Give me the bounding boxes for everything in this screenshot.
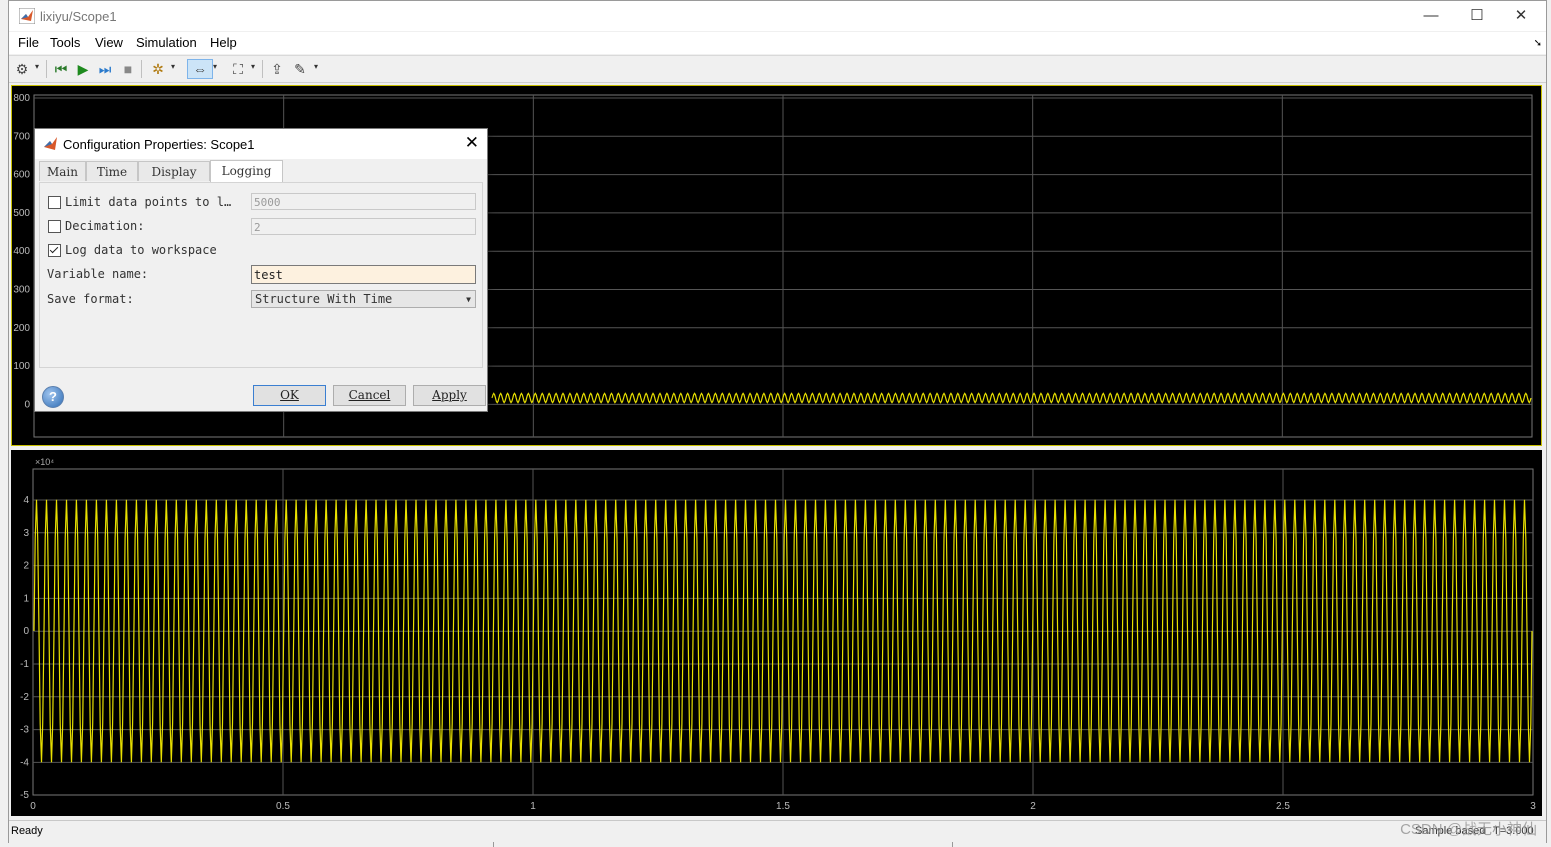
status-ready: Ready [11,825,43,837]
stop-icon[interactable]: ■ [119,60,137,78]
y-tick-label: 1 [23,593,29,604]
style-icon[interactable]: ✎ [291,60,309,78]
format-select[interactable]: Structure With Time ▼ [251,290,476,308]
y-exponent-label: ×10⁴ [35,457,54,467]
gear-dropdown-icon[interactable]: ▾ [35,62,39,71]
y-tick-label: 3 [23,528,29,539]
decimation-label: Decimation: [65,219,145,233]
dialog-title: Configuration Properties: Scope1 [63,137,255,152]
scope-plot-bottom: 43210-1-2-3-4-50 0.5 1 1.5 2 2.5 3×10⁴ [20,457,1536,812]
title-bar: lixiyu/Scope1 — ☐ ✕ [9,1,1546,31]
zoom-dropdown-icon[interactable]: ▾ [213,62,217,71]
config-dialog: Configuration Properties: Scope1 ✕ Main … [34,128,488,412]
tab-logging[interactable]: Logging [210,160,283,182]
highlight-icon[interactable]: ✲ [149,60,167,78]
watermark: CSDN @战无小神仙 [1400,821,1537,838]
dialog-close-icon[interactable]: ✕ [465,133,479,153]
decimation-checkbox[interactable] [48,220,61,233]
menu-tools[interactable]: Tools [50,35,80,50]
x-tick-label: 2 [1030,801,1036,812]
taskbar-strip [493,842,953,847]
toolbar-separator [46,60,47,78]
varname-label: Variable name: [47,267,149,281]
menu-help[interactable]: Help [210,35,237,50]
toolbar-separator [262,60,263,78]
decimation-field[interactable]: 2 [251,218,476,235]
style-dropdown-icon[interactable]: ▾ [314,62,318,71]
x-tick-label: 1 [530,801,536,812]
y-tick-label: 800 [13,93,30,104]
run-icon[interactable]: ▶ [74,60,92,78]
y-tick-label: 2 [23,561,29,572]
tab-display[interactable]: Display [138,161,210,181]
tab-main[interactable]: Main [39,161,86,181]
menu-view[interactable]: View [95,35,123,50]
tab-time[interactable]: Time [86,161,138,181]
y-tick-label: 600 [13,170,30,181]
matlab-logo-icon [44,137,57,150]
matlab-logo-icon [19,8,35,24]
gear-icon[interactable]: ⚙ [13,60,31,78]
status-bar: Ready Sample based T=3.000 [9,820,1546,843]
close-button[interactable]: ✕ [1498,5,1544,27]
measurements-icon[interactable]: ⇪ [268,60,286,78]
fit-dropdown-icon[interactable]: ▾ [251,62,255,71]
format-label: Save format: [47,292,134,306]
dialog-title-bar: Configuration Properties: Scope1 ✕ [35,129,487,159]
fit-to-view-icon[interactable]: ⛶ [229,60,247,78]
zoom-icon[interactable]: ⇔ [187,59,213,79]
limit-label: Limit data points to l… [65,195,232,209]
y-tick-label: 400 [13,246,30,257]
y-tick-label: -4 [20,757,29,768]
toolbar-separator [141,60,142,78]
apply-button[interactable]: Apply [413,385,486,406]
x-tick-label: 0 [30,801,36,812]
y-tick-label: 200 [13,323,30,334]
step-forward-icon[interactable]: ⏭ [96,60,114,78]
chevron-down-icon: ▼ [466,295,471,304]
pin-icon[interactable]: ➘ [1534,38,1542,49]
y-tick-label: 500 [13,208,30,219]
x-tick-label: 3 [1530,801,1536,812]
y-tick-label: 0 [24,399,30,410]
x-tick-label: 0.5 [276,801,290,812]
highlight-dropdown-icon[interactable]: ▾ [171,62,175,71]
logging-panel: Limit data points to l… 5000 Decimation:… [39,182,483,368]
menu-simulation[interactable]: Simulation [136,35,197,50]
menu-file[interactable]: File [18,35,39,50]
y-tick-label: -5 [20,790,29,801]
y-tick-label: 300 [13,285,30,296]
varname-input[interactable]: test [251,265,476,284]
y-tick-label: -3 [20,725,29,736]
scope-window: lixiyu/Scope1 — ☐ ✕ File Tools View Simu… [8,0,1547,843]
y-tick-label: 700 [13,131,30,142]
help-icon[interactable]: ? [42,386,64,408]
log-checkbox[interactable] [48,244,61,257]
scope-axes-bottom[interactable]: 4 3 2 1 0 -1 -2 -3 -4 -5 0 0.5 1 1.5 2 2.5 3 ×10⁴ [11,450,1542,816]
toolbar: ⚙ ▾ ⏮ ▶ ⏭ ■ ✲ ▾ ⇔ ▾ ⛶ ▾ ⇪ ✎ ▾ [9,55,1546,83]
limit-checkbox[interactable] [48,196,61,209]
format-select-value: Structure With Time [255,292,393,306]
y-tick-label: -2 [20,692,29,703]
minimize-button[interactable]: — [1408,5,1454,27]
maximize-button[interactable]: ☐ [1454,5,1500,27]
y-tick-label: 4 [23,495,29,506]
cancel-button[interactable]: Cancel [333,385,406,406]
ok-button[interactable]: OK [253,385,326,406]
step-back-icon[interactable]: ⏮ [52,60,70,78]
window-title: lixiyu/Scope1 [40,9,117,24]
y-tick-label: 0 [23,626,29,637]
limit-field[interactable]: 5000 [251,193,476,210]
log-label: Log data to workspace [65,243,217,257]
y-tick-label: -1 [20,659,29,670]
menu-bar: File Tools View Simulation Help ➘ [9,32,1546,54]
x-tick-label: 2.5 [1276,801,1290,812]
x-tick-label: 1.5 [776,801,790,812]
y-tick-label: 100 [13,361,30,372]
